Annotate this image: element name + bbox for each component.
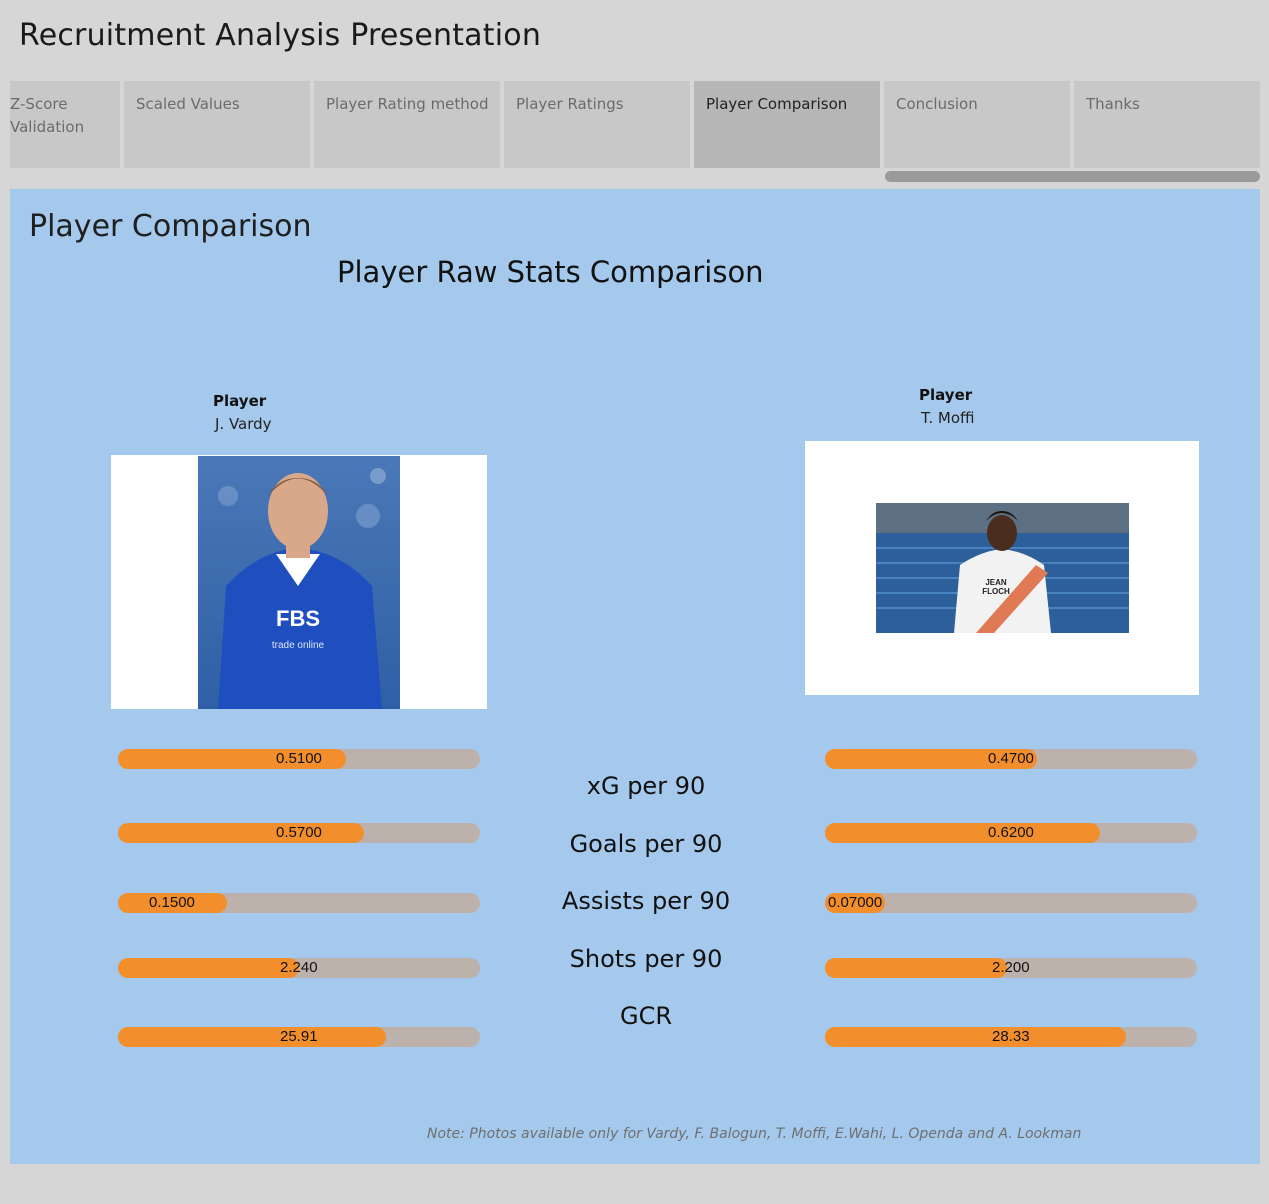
left-bar-value-xg: 0.5100	[276, 750, 322, 767]
tabbar-scrollbar[interactable]	[885, 171, 1260, 182]
tab-thanks[interactable]: Thanks	[1074, 81, 1260, 168]
left-player-label: Player	[213, 392, 267, 410]
right-bar-track-xg: 0.4700	[825, 749, 1197, 769]
right-player-name: T. Moffi	[921, 409, 975, 427]
left-player-photo: FBS trade online	[111, 455, 487, 709]
left-bar-track-gcr: 25.91	[118, 1027, 480, 1047]
tab-player-rating-method[interactable]: Player Rating method	[314, 81, 500, 168]
metric-label-goals: Goals per 90	[569, 830, 723, 858]
right-bar-value-goals: 0.6200	[988, 824, 1034, 841]
svg-text:trade online: trade online	[272, 640, 325, 651]
app-title: Recruitment Analysis Presentation	[19, 18, 542, 53]
right-bar-value-xg: 0.4700	[988, 750, 1034, 767]
right-bar-fill-goals	[825, 823, 1100, 843]
left-bar-value-shots: 2.240	[280, 959, 318, 976]
metric-label-gcr: GCR	[619, 1002, 673, 1030]
left-bar-fill-shots	[118, 958, 299, 978]
player-photo-jersey-blue-icon: FBS trade online	[198, 456, 400, 709]
left-bar-value-gcr: 25.91	[280, 1028, 318, 1045]
tab-player-ratings[interactable]: Player Ratings	[504, 81, 690, 168]
right-bar-track-goals: 0.6200	[825, 823, 1197, 843]
metric-label-xg: xG per 90	[586, 772, 706, 800]
left-bar-fill-goals	[118, 823, 364, 843]
tab-conclusion[interactable]: Conclusion	[884, 81, 1070, 168]
right-bar-track-assists: 0.07000	[825, 893, 1197, 913]
chart-title: Player Raw Stats Comparison	[337, 255, 764, 289]
right-bar-track-gcr: 28.33	[825, 1027, 1197, 1047]
right-bar-value-assists: 0.07000	[828, 894, 883, 911]
dashboard-panel: Player Comparison Player Raw Stats Compa…	[10, 189, 1260, 1164]
player-photo-jersey-white-icon: JEAN FLOCH	[876, 503, 1129, 633]
right-bar-value-shots: 2.200	[992, 959, 1030, 976]
metric-label-shots: Shots per 90	[569, 945, 723, 973]
left-bar-track-xg: 0.5100	[118, 749, 480, 769]
right-bar-value-gcr: 28.33	[992, 1028, 1030, 1045]
right-bar-track-shots: 2.200	[825, 958, 1197, 978]
tab-player-comparison[interactable]: Player Comparison	[694, 81, 880, 168]
left-bar-track-goals: 0.5700	[118, 823, 480, 843]
left-bar-value-goals: 0.5700	[276, 824, 322, 841]
metric-label-assists: Assists per 90	[561, 887, 731, 915]
left-bar-track-assists: 0.1500	[118, 893, 480, 913]
svg-text:FLOCH: FLOCH	[982, 587, 1010, 596]
tab-z-score-validation[interactable]: Z-Score Validation	[10, 81, 120, 168]
photo-availability-note: Note: Photos available only for Vardy, F…	[427, 1126, 1082, 1142]
story-tabbar: Z-Score Validation Scaled Values Player …	[10, 81, 1260, 168]
right-bar-fill-shots	[825, 958, 1007, 978]
left-bar-fill-gcr	[118, 1027, 386, 1047]
svg-text:JEAN: JEAN	[985, 578, 1007, 587]
left-bar-value-assists: 0.1500	[149, 894, 195, 911]
right-bar-fill-gcr	[825, 1027, 1126, 1047]
left-bar-track-shots: 2.240	[118, 958, 480, 978]
tab-scaled-values[interactable]: Scaled Values	[124, 81, 310, 168]
panel-heading: Player Comparison	[29, 209, 312, 244]
left-player-name: J. Vardy	[215, 415, 272, 433]
svg-text:FBS: FBS	[276, 606, 320, 631]
right-player-photo: JEAN FLOCH	[805, 441, 1199, 695]
right-player-label: Player	[919, 386, 973, 404]
